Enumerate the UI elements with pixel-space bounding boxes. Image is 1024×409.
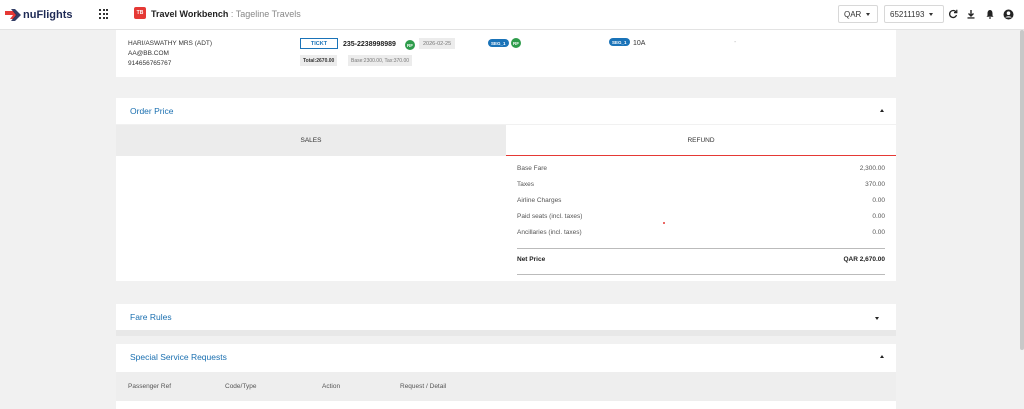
passenger-info: HARI/ASWATHY MRS (ADT) AA@BB.COM 9146567… xyxy=(128,39,212,69)
account-select[interactable]: 65211193 xyxy=(884,5,944,23)
fare-rules-header[interactable]: Fare Rules xyxy=(116,304,896,330)
refund-badge: RF xyxy=(405,40,415,50)
ticket-base-tax: Base:2300.00, Tax:370.00 xyxy=(348,55,413,66)
chevron-down-icon[interactable] xyxy=(875,317,879,320)
passenger-phone: 914656765767 xyxy=(128,60,172,67)
seat-segment-badge[interactable]: SEG_1 xyxy=(609,38,630,46)
price-value: 2,300.00 xyxy=(859,165,885,172)
ssr-table-header: Passenger Ref Code/Type Action Request /… xyxy=(116,372,896,401)
net-price-label: Net Price xyxy=(517,256,546,263)
chevron-down-icon xyxy=(866,12,871,16)
page-title-separator: : xyxy=(228,9,236,19)
chevron-up-icon[interactable] xyxy=(880,355,884,358)
divider xyxy=(517,248,885,249)
ticket-button[interactable]: TICKT xyxy=(300,38,338,49)
chevron-down-icon xyxy=(929,12,934,16)
ticket-total: Total:2670.00 xyxy=(300,55,338,66)
order-price-title: Order Price xyxy=(130,106,174,116)
account-value: 65211193 xyxy=(890,9,925,19)
refresh-icon[interactable] xyxy=(948,9,958,19)
net-price-value: QAR 2,670.00 xyxy=(843,256,885,263)
ssr-header[interactable]: Special Service Requests xyxy=(116,344,896,372)
fare-rules-title: Fare Rules xyxy=(130,312,172,322)
app-logo[interactable]: nuFlights xyxy=(5,8,73,22)
price-value: 0.00 xyxy=(872,197,885,204)
user-account-icon[interactable] xyxy=(1003,9,1014,20)
order-price-panel: SALES REFUND Base Fare 2,300.00 Taxes 37… xyxy=(116,125,896,281)
ticket-date: 2026-02-25 xyxy=(419,38,456,49)
column-header-request-detail: Request / Detail xyxy=(400,383,447,390)
column-header-passenger-ref: Passenger Ref xyxy=(128,383,171,390)
column-header-code-type: Code/Type xyxy=(225,383,257,390)
download-icon[interactable] xyxy=(966,9,976,19)
currency-value: QAR xyxy=(844,9,862,19)
ssr-table-body xyxy=(116,401,896,409)
passenger-name: HARI/ASWATHY MRS (ADT) xyxy=(128,40,213,47)
price-row-airline-charges: Airline Charges 0.00 xyxy=(517,197,885,209)
price-label: Airline Charges xyxy=(517,197,562,204)
seat-number: 10A xyxy=(633,40,646,47)
currency-select[interactable]: QAR xyxy=(838,5,878,23)
passenger-ticket-card: HARI/ASWATHY MRS (ADT) AA@BB.COM 9146567… xyxy=(116,30,896,77)
top-bar: nuFlights TB Travel Workbench : Tageline… xyxy=(0,0,1024,30)
empty-value: - xyxy=(734,39,737,46)
tab-sales[interactable]: SALES xyxy=(116,125,506,156)
fare-rules-divider xyxy=(116,330,896,336)
nuflights-logo-icon xyxy=(5,9,21,21)
divider xyxy=(517,274,885,275)
page-title-main: Travel Workbench xyxy=(151,9,229,19)
notification-bell-icon[interactable] xyxy=(985,9,995,19)
workbench-badge-icon: TB xyxy=(134,7,146,19)
price-row-ancillaries: Ancillaries (incl. taxes) 0.00 xyxy=(517,229,885,241)
segment-badge[interactable]: SEG_1 xyxy=(488,39,509,47)
net-price-row: Net Price QAR 2,670.00 xyxy=(517,256,885,268)
app-logo-text: nuFlights xyxy=(23,9,73,21)
price-row-taxes: Taxes 370.00 xyxy=(517,181,885,193)
price-row-base-fare: Base Fare 2,300.00 xyxy=(517,165,885,177)
page-title-agency: Tageline Travels xyxy=(235,9,301,19)
chevron-up-icon[interactable] xyxy=(880,109,884,112)
price-label: Paid seats (incl. taxes) xyxy=(517,213,583,220)
price-row-paid-seats: Paid seats (incl. taxes) 0.00 xyxy=(517,213,885,225)
price-value: 0.00 xyxy=(872,229,885,236)
price-label: Ancillaries (incl. taxes) xyxy=(517,229,582,236)
tab-refund[interactable]: REFUND xyxy=(506,125,896,156)
price-value: 0.00 xyxy=(872,213,885,220)
column-header-action: Action xyxy=(322,383,341,390)
price-value: 370.00 xyxy=(865,181,885,188)
order-price-header[interactable]: Order Price xyxy=(116,98,896,124)
page-title: Travel Workbench : Tageline Travels xyxy=(151,9,301,19)
ticket-number: 235-2238998989 xyxy=(343,41,396,48)
price-label: Base Fare xyxy=(517,165,547,172)
segment-refund-badge: RF xyxy=(511,38,521,48)
apps-grid-icon[interactable] xyxy=(99,9,109,19)
indicator-dot xyxy=(663,222,665,224)
passenger-email: AA@BB.COM xyxy=(128,50,169,57)
price-label: Taxes xyxy=(517,181,534,188)
page-scrollbar[interactable] xyxy=(1020,30,1024,350)
ssr-title: Special Service Requests xyxy=(130,352,227,362)
